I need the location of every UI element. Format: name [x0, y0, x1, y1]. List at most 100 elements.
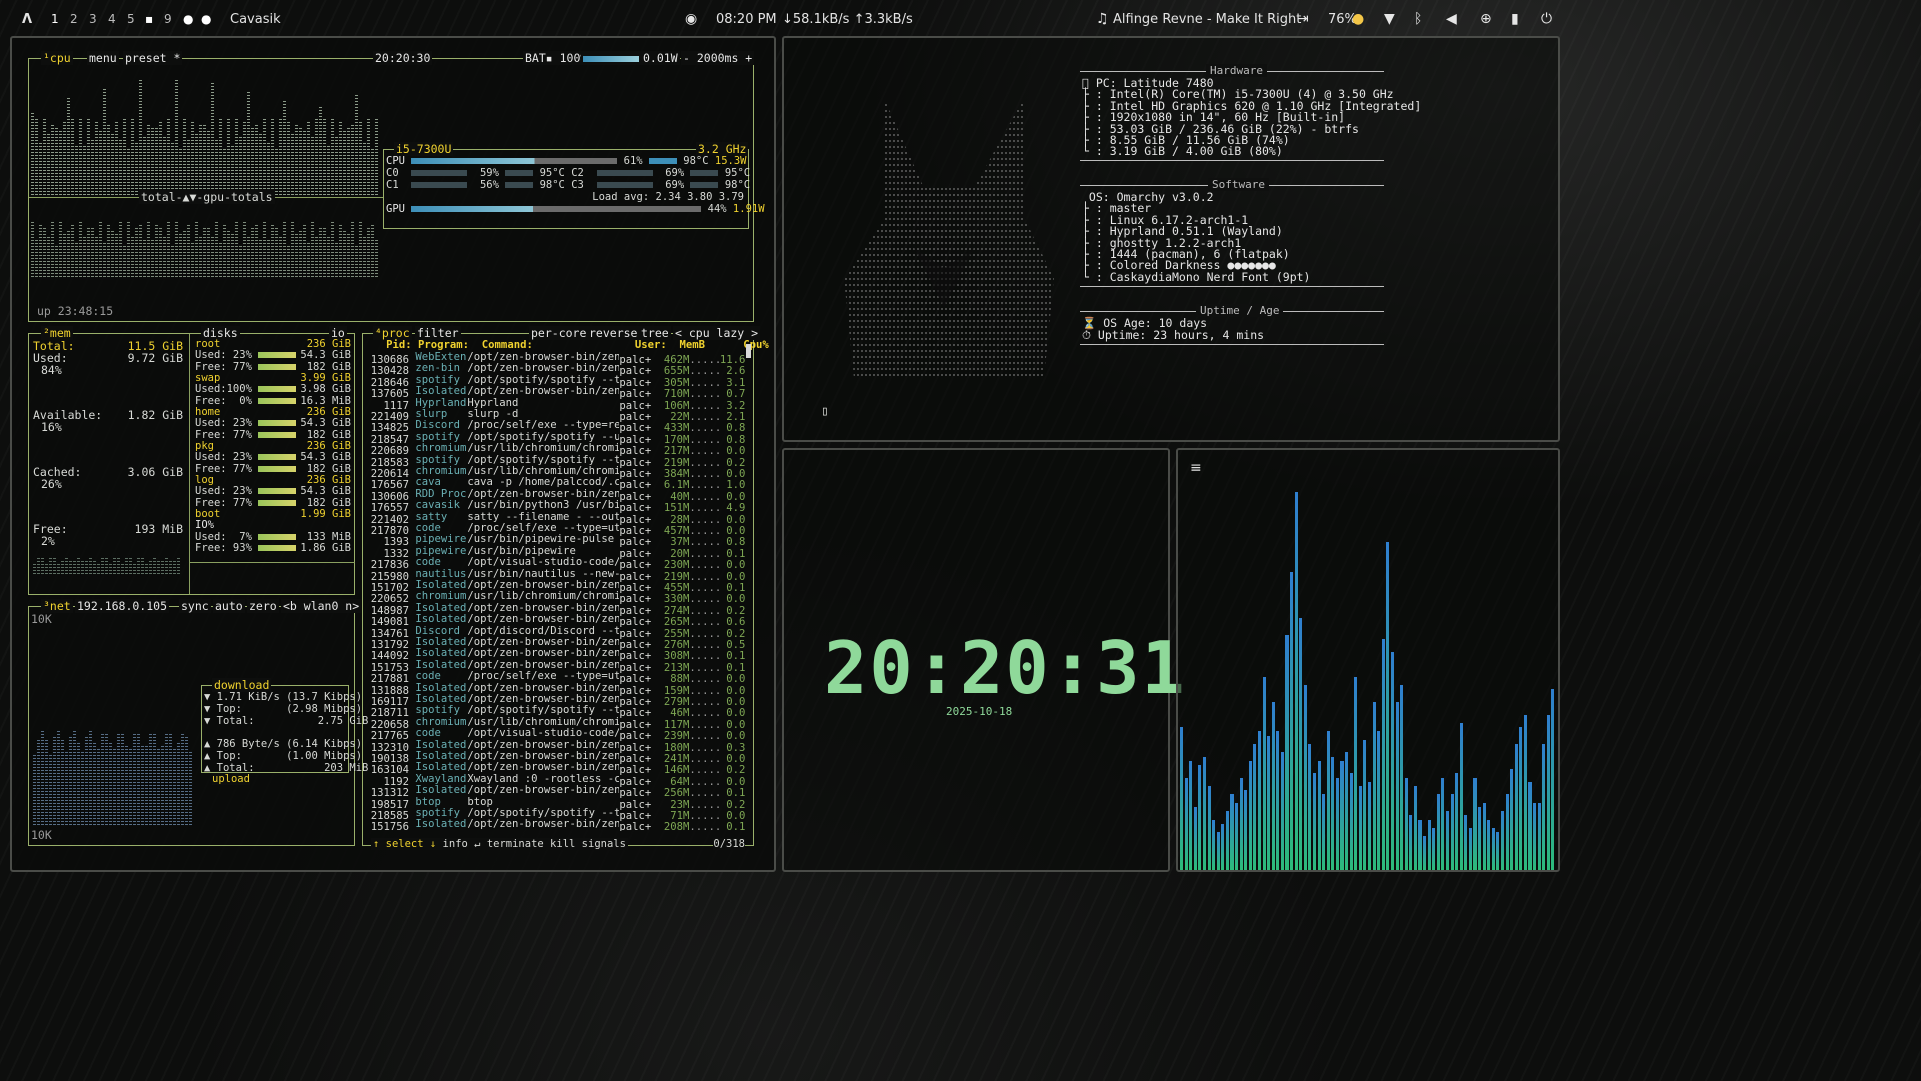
eye-icon[interactable]: ◉	[685, 11, 697, 27]
net-zero[interactable]: zero	[247, 599, 279, 613]
proc-scrollbar[interactable]	[746, 344, 751, 358]
process-row[interactable]: 149081 Isolated/opt/zen-browser-bin/zen-…	[367, 613, 751, 628]
process-row[interactable]: 220658 chromium/usr/lib/chromium/chromiu…	[367, 716, 751, 731]
select-control[interactable]: ↑ select ↓	[373, 838, 436, 850]
process-row[interactable]: 218646 spotify/opt/spotify/spotify --typ…	[367, 374, 751, 389]
process-row[interactable]: 198517 btop btop palc+ 23M..... 0.2	[367, 796, 751, 811]
proc-reverse[interactable]: reverse	[587, 326, 640, 340]
process-row[interactable]: 134709 Discord/opt/discord/Discordpalc+2…	[367, 830, 751, 831]
graph-bar	[367, 117, 370, 195]
wifi-icon[interactable]: ▼	[1384, 11, 1395, 27]
volume-icon[interactable]: ◀	[1446, 11, 1457, 27]
graph-bar	[363, 141, 366, 195]
workspace-dot-a[interactable]: ●	[183, 12, 193, 26]
phone-icon[interactable]: ▮	[1511, 11, 1519, 27]
process-row[interactable]: 1332 pipewire/usr/bin/pipewire palc+ 20M..…	[367, 545, 751, 560]
net-auto[interactable]: auto	[213, 599, 245, 613]
refresh-rate[interactable]: - 2000ms +	[681, 51, 755, 65]
proc-list[interactable]: 130686 WebExten/opt/zen-browser-bin/zen-…	[367, 351, 751, 831]
process-row[interactable]: 1117 HyprlandHyprland palc+ 106M..... 3.2	[367, 397, 751, 412]
process-row[interactable]: 218585 spotify/opt/spotify/spotify --typ…	[367, 807, 751, 822]
process-row[interactable]: 130428 zen-bin/opt/zen-browser-bin/zen-p…	[367, 362, 751, 377]
process-row[interactable]: 221409 slurp slurp -d palc+ 22M..... 2.1	[367, 408, 751, 423]
media-title[interactable]: Alfinge Revne - Make It Right	[1113, 12, 1301, 27]
proc-title[interactable]: ⁴proc	[373, 326, 412, 340]
process-row[interactable]: 217881 code/proc/self/exe --type=utipalc…	[367, 670, 751, 685]
preset-button[interactable]: preset *	[123, 51, 183, 65]
process-row[interactable]: 134825 Discord/proc/self/exe --type=renp…	[367, 419, 751, 434]
workspace-5[interactable]: 5	[127, 12, 135, 26]
net-sync[interactable]: sync	[179, 599, 211, 613]
graph-bar	[363, 235, 366, 277]
info-control[interactable]: info ↵	[443, 838, 481, 850]
clock-window[interactable]: 20:20:31 2025-10-18	[782, 448, 1185, 872]
settings-icon[interactable]: ⊕	[1480, 11, 1492, 27]
process-row[interactable]: 130686 WebExten/opt/zen-browser-bin/zen-…	[367, 351, 751, 366]
graph-bar	[39, 141, 42, 195]
process-row[interactable]: 131792 Isolated/opt/zen-browser-bin/zen-…	[367, 636, 751, 651]
graph-bar	[187, 223, 190, 277]
process-row[interactable]: 218583 spotify/opt/spotify/spotify --typ…	[367, 454, 751, 469]
process-row[interactable]: 131888 Isolated/opt/zen-browser-bin/zen-…	[367, 682, 751, 697]
process-row[interactable]: 169117 Isolated/opt/zen-browser-bin/zen-…	[367, 693, 751, 708]
workspace-1[interactable]: 1	[51, 12, 59, 26]
fastfetch-window[interactable]: ▯ Hardware 󰌢 PC: Latitude 7480 ├ : Intel(…	[782, 36, 1560, 442]
process-row[interactable]: 215980 nautilus/usr/bin/nautilus --new-w…	[367, 568, 751, 583]
graph-bar	[191, 120, 194, 195]
process-row[interactable]: 218711 spotify/opt/spotify/spotify --typ…	[367, 704, 751, 719]
process-row[interactable]: 132310 Isolated/opt/zen-browser-bin/zen-…	[367, 739, 751, 754]
process-row[interactable]: 151702 Isolated/opt/zen-browser-bin/zen-…	[367, 579, 751, 594]
process-row[interactable]: 190138 Isolated/opt/zen-browser-bin/zen-…	[367, 750, 751, 765]
process-row[interactable]: 217870 code/proc/self/exe --type=utipalc…	[367, 522, 751, 537]
net-interface[interactable]: <b wlan0 n>	[281, 599, 362, 613]
process-row[interactable]: 137605 Isolated/opt/zen-browser-bin/zen-…	[367, 385, 751, 400]
terminate-control[interactable]: terminate	[487, 838, 544, 850]
workspace-3[interactable]: 3	[89, 12, 97, 26]
workspace-4[interactable]: 4	[108, 12, 116, 26]
process-row[interactable]: 176557 cavasik/usr/bin/python3 /usr/binp…	[367, 499, 751, 514]
share-icon[interactable]: ⇥	[1297, 11, 1309, 27]
process-row[interactable]: 148987 Isolated/opt/zen-browser-bin/zen-…	[367, 602, 751, 617]
process-row[interactable]: 131312 Isolated/opt/zen-browser-bin/zen-…	[367, 784, 751, 799]
process-row[interactable]: 151756 Isolated/opt/zen-browser-bin/zen-…	[367, 818, 751, 831]
workspace-2[interactable]: 2	[70, 12, 78, 26]
process-row[interactable]: 144092 Isolated/opt/zen-browser-bin/zen-…	[367, 647, 751, 662]
net-title[interactable]: ³net	[41, 599, 73, 613]
btop-window[interactable]: ¹cpu menu preset * 20:20:30 BAT▪ 100% 0.…	[10, 36, 776, 872]
proc-tree[interactable]: tree	[639, 326, 671, 340]
workspace-current[interactable]: ▪	[145, 12, 153, 26]
workspace-9[interactable]: 9	[164, 12, 172, 26]
proc-sort[interactable]: < cpu lazy >	[673, 326, 761, 340]
proc-columns[interactable]: Pid: Program: Command: User: MemB Cpu%	[367, 339, 769, 351]
process-row[interactable]: 130606 RDD Proc/opt/zen-browser-bin/zen-…	[367, 488, 751, 503]
menu-button[interactable]: menu	[87, 51, 119, 65]
logo-icon[interactable]: Λ	[22, 12, 32, 27]
graph-bar	[275, 228, 278, 277]
process-row[interactable]: 151753 Isolated/opt/zen-browser-bin/zen-…	[367, 659, 751, 674]
process-row[interactable]: 220652 chromium/usr/lib/chromium/chromiu…	[367, 590, 751, 605]
process-row[interactable]: 134761 Discord/opt/discord/Discord --typ…	[367, 625, 751, 640]
kill-control[interactable]: kill	[550, 838, 575, 850]
mem-title[interactable]: ²mem	[41, 326, 73, 340]
clock[interactable]: 08:20 PM	[716, 12, 777, 27]
bluetooth-icon[interactable]: ᛒ	[1414, 11, 1422, 27]
workspace-dot-b[interactable]: ●	[201, 12, 211, 26]
process-row[interactable]: 221402 satty satty --filename - --outppal…	[367, 511, 751, 526]
process-row[interactable]: 163104 Isolated/opt/zen-browser-bin/zen-…	[367, 761, 751, 776]
battery-icon[interactable]: ●	[1352, 11, 1364, 27]
process-row[interactable]: 176567 cava cava -p /home/palccod/.copalc…	[367, 476, 751, 491]
power-icon[interactable]: ⏻	[1541, 11, 1552, 27]
cpu-title[interactable]: ¹cpu	[41, 51, 73, 65]
visualizer-window[interactable]: ≡	[1176, 448, 1560, 872]
proc-per-core[interactable]: per-core	[529, 326, 589, 340]
process-row[interactable]: 1192 XwaylandXwayland :0 -rootless -copa…	[367, 773, 751, 788]
proc-filter[interactable]: filter	[415, 326, 461, 340]
process-row[interactable]: 220614 chromium/usr/lib/chromium/chromiu…	[367, 465, 751, 480]
process-row[interactable]: 218547 spotify/opt/spotify/spotify --urp…	[367, 431, 751, 446]
process-row[interactable]: 1393 pipewire/usr/bin/pipewire-pulse palc…	[367, 533, 751, 548]
process-row[interactable]: 220689 chromium/usr/lib/chromium/chromiu…	[367, 442, 751, 457]
process-row[interactable]: 217765 code/opt/visual-studio-code/cpalc…	[367, 727, 751, 742]
terminal-cursor[interactable]: ▯	[821, 404, 829, 419]
process-row[interactable]: 217836 code/opt/visual-studio-code/cpalc…	[367, 556, 751, 571]
signals-control[interactable]: signals	[582, 838, 626, 850]
